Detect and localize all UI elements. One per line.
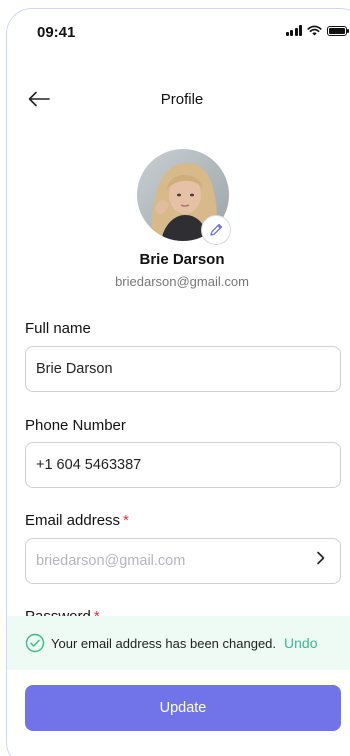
- check-circle-icon: [25, 633, 45, 653]
- toast-message: Your email address has been changed.: [51, 635, 277, 651]
- battery-icon: [327, 25, 349, 36]
- chevron-right-icon: [317, 551, 325, 565]
- profile-name: Brie Darson: [139, 251, 225, 268]
- header: Profile: [7, 79, 350, 119]
- email-placeholder: briedarson@gmail.com: [36, 553, 186, 569]
- phone-input[interactable]: +1 604 5463387: [25, 442, 341, 488]
- full-name-input[interactable]: Brie Darson: [25, 346, 341, 392]
- required-mark: *: [123, 512, 129, 529]
- signal-icon: [285, 25, 302, 36]
- status-time: 09:41: [37, 24, 76, 41]
- success-toast: Your email address has been changed. Und…: [7, 616, 350, 670]
- email-input[interactable]: briedarson@gmail.com: [25, 538, 341, 584]
- profile-email: briedarson@gmail.com: [115, 274, 249, 289]
- phone-label: Phone Number: [25, 417, 126, 434]
- wifi-icon: [307, 25, 322, 36]
- phone-frame: 09:41 Profile Brie Darson briedarson@gma…: [6, 8, 350, 756]
- email-label: Email address *: [25, 512, 129, 529]
- undo-button[interactable]: Undo: [284, 635, 317, 651]
- edit-avatar-button[interactable]: [201, 215, 231, 245]
- avatar-container: [137, 149, 231, 245]
- page-title: Profile: [160, 91, 204, 108]
- status-bar: 09:41: [7, 9, 350, 55]
- status-icons: [285, 25, 349, 36]
- pencil-icon: [210, 223, 223, 236]
- email-label-text: Email address: [25, 512, 121, 529]
- update-button[interactable]: Update: [25, 685, 341, 731]
- full-name-label: Full name: [25, 320, 91, 337]
